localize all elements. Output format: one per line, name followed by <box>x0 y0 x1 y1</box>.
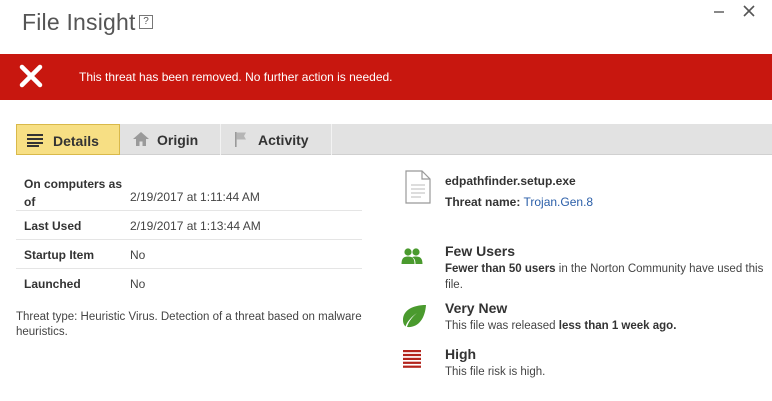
title-bar: File Insight ? <box>0 0 772 52</box>
insight-desc-new-bold: less than 1 week ago. <box>558 320 677 332</box>
home-icon <box>133 132 149 146</box>
row-label: On computers as of <box>24 177 123 209</box>
tab-details[interactable]: Details <box>16 124 120 155</box>
tab-activity[interactable]: Activity <box>221 124 332 155</box>
tab-origin[interactable]: Origin <box>120 124 221 155</box>
insight-desc-new-pre: This file was released <box>445 320 559 332</box>
row-label: Launched <box>24 277 81 291</box>
insight-title-risk: High <box>445 346 477 362</box>
window-title: File Insight <box>22 9 136 35</box>
threat-name-label: Threat name: <box>445 195 521 209</box>
insight-title-new: Very New <box>445 300 508 316</box>
minimize-icon <box>714 11 724 13</box>
row-value: 2/19/2017 at 1:13:44 AM <box>130 219 261 233</box>
table-row: On computers as of 2/19/2017 at 1:11:44 … <box>16 168 362 211</box>
close-icon <box>743 5 755 17</box>
details-table: On computers as of 2/19/2017 at 1:11:44 … <box>16 168 362 298</box>
tab-activity-label: Activity <box>258 132 309 148</box>
file-name: edpathfinder.setup.exe <box>445 174 576 188</box>
threat-type-text: Threat type: Heuristic Virus. Detection … <box>16 311 362 338</box>
row-label: Last Used <box>24 219 82 233</box>
file-icon <box>405 170 431 204</box>
table-row: Startup Item No <box>16 240 362 269</box>
row-value: No <box>130 248 146 262</box>
row-label: Startup Item <box>24 248 95 262</box>
leaf-icon <box>403 305 426 328</box>
table-row: Launched No <box>16 269 362 298</box>
threat-name-link[interactable]: Trojan.Gen.8 <box>523 195 593 209</box>
close-button[interactable] <box>738 4 760 26</box>
tab-bar: Details Origin Activity <box>16 124 772 155</box>
list-icon <box>27 134 43 147</box>
row-value: No <box>130 277 146 291</box>
help-icon[interactable]: ? <box>139 15 153 29</box>
threat-name-row: Threat name: Trojan.Gen.8 <box>445 195 593 209</box>
banner-message: This threat has been removed. No further… <box>79 70 393 84</box>
insight-desc-new: This file was released less than 1 week … <box>445 318 765 334</box>
insight-desc-users-bold: Fewer than 50 users <box>445 263 556 275</box>
tab-origin-label: Origin <box>157 132 199 148</box>
risk-bars-icon <box>403 350 421 368</box>
minimize-button[interactable] <box>708 4 730 26</box>
tab-details-label: Details <box>53 133 99 149</box>
users-icon <box>401 248 423 264</box>
table-row: Last Used 2/19/2017 at 1:13:44 AM <box>16 211 362 240</box>
flag-icon <box>235 132 246 147</box>
removed-x-icon <box>19 64 43 88</box>
row-value: 2/19/2017 at 1:11:44 AM <box>130 190 260 204</box>
insight-desc-users: Fewer than 50 users in the Norton Commun… <box>445 261 765 293</box>
status-banner: This threat has been removed. No further… <box>0 54 772 100</box>
insight-title-users: Few Users <box>445 243 516 259</box>
insight-desc-risk: This file risk is high. <box>445 366 546 378</box>
